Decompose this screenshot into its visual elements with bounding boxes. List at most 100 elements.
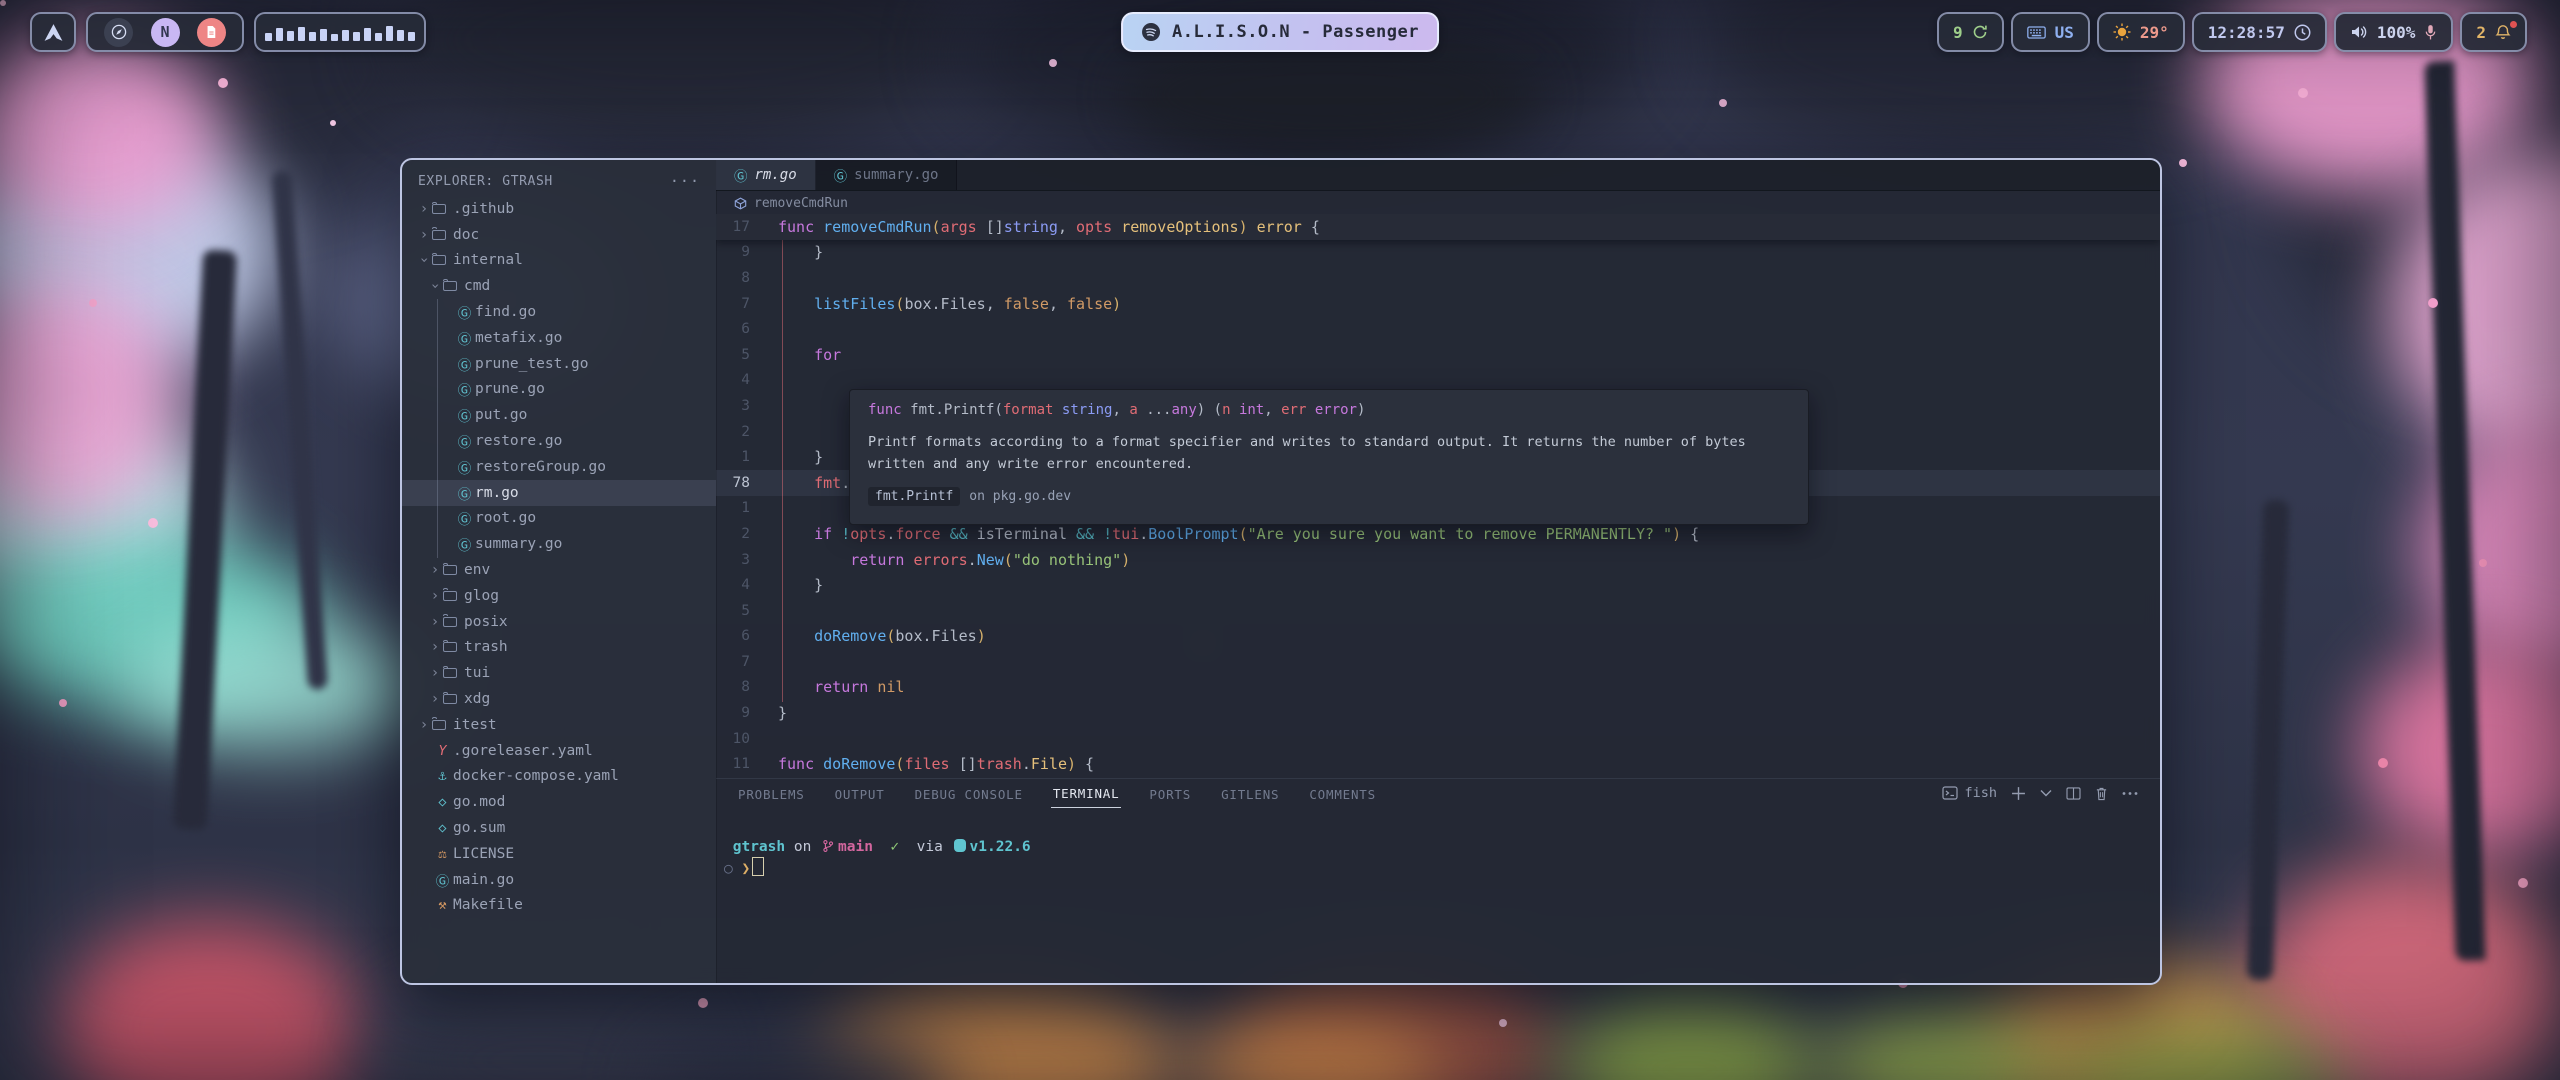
tree-item-label: cmd [464,278,490,294]
tree-item-label: tui [464,665,490,681]
code-line[interactable]: 3 return errors.New("do nothing") [716,547,2160,573]
tab-rm.go[interactable]: Ⓖrm.go [716,160,816,190]
folder-icon [443,642,457,652]
app-documents[interactable] [197,18,226,47]
tree-item-trash[interactable]: ›trash [402,635,716,661]
tree-item-rm.go[interactable]: Ⓖrm.go [402,480,716,506]
tree-item-posix[interactable]: ›posix [402,609,716,635]
code-line[interactable]: 5 for [716,342,2160,368]
panel-tab-terminal[interactable]: TERMINAL [1051,780,1122,808]
tree-item-restore.go[interactable]: Ⓖrestore.go [402,428,716,454]
module-weather[interactable]: 29° [2097,12,2185,52]
breadcrumb[interactable]: removeCmdRun [716,191,2160,215]
volume-value: 100% [2377,23,2416,42]
tree-item-restoreGroup.go[interactable]: ⒼrestoreGroup.go [402,454,716,480]
tooltip-symbol-chip: fmt.Printf [868,487,960,506]
code-text: } [750,576,823,594]
tooltip-signature: func fmt.Printf(format string, a ...any)… [868,402,1790,418]
now-playing-pill[interactable]: A.L.I.S.O.N - Passenger [1121,12,1439,52]
launcher-button[interactable] [30,12,76,52]
line-number: 9 [716,705,750,721]
line-number: 7 [716,654,750,670]
tree-item-LICENSE[interactable]: ⚖LICENSE [402,841,716,867]
tree-item-find.go[interactable]: Ⓖfind.go [402,299,716,325]
code-line[interactable]: 10 [716,726,2160,752]
panel-tab-ports[interactable]: PORTS [1147,781,1193,808]
bell-icon [2495,24,2511,40]
tree-item-xdg[interactable]: ›xdg [402,686,716,712]
visualizer-bars [265,23,415,41]
tree-item-main.go[interactable]: Ⓖmain.go [402,867,716,893]
line-number: 7 [716,296,750,312]
module-notifications[interactable]: 2 [2460,12,2527,52]
tree-item-itest[interactable]: ›itest [402,712,716,738]
terminal-dropdown-icon[interactable] [2040,789,2052,797]
tree-item-label: find.go [475,304,536,320]
tree-item-.github[interactable]: ›.github [402,196,716,222]
tree-item-go.mod[interactable]: ◇go.mod [402,789,716,815]
tree-item-env[interactable]: ›env [402,557,716,583]
panel-tab-debug-console[interactable]: DEBUG CONSOLE [913,781,1025,808]
tree-item-cmd[interactable]: ›cmd [402,273,716,299]
code-line[interactable]: 17func removeCmdRun(args []string, opts … [716,214,2160,240]
tab-summary.go[interactable]: Ⓖsummary.go [816,160,958,190]
app-notes[interactable]: N [151,18,180,47]
tree-item-glog[interactable]: ›glog [402,583,716,609]
vscode-window: EXPLORER: GTRASH ··· ›.github›doc›intern… [400,158,2162,985]
tree-item-prune_test.go[interactable]: Ⓖprune_test.go [402,351,716,377]
panel-tab-output[interactable]: OUTPUT [833,781,887,808]
code-line[interactable]: 9 } [716,240,2160,266]
shell-name[interactable]: fish [1964,785,1997,801]
tooltip-link[interactable]: on pkg.go.dev [969,489,1071,504]
tree-item-summary.go[interactable]: Ⓖsummary.go [402,531,716,557]
panel-more-icon[interactable] [2122,791,2138,796]
code-line[interactable]: 7 [716,649,2160,675]
tree-item-label: summary.go [475,536,562,552]
code-line[interactable]: 11func doRemove(files []trash.File) { [716,751,2160,777]
tree-item-docker-compose.yaml[interactable]: ⚓docker-compose.yaml [402,764,716,790]
code-line[interactable]: 8 return nil [716,675,2160,701]
line-number: 1 [716,500,750,516]
code-line[interactable]: 6 doRemove(box.Files) [716,624,2160,650]
goreleaser-file-icon: Y [432,743,453,759]
line-number: 5 [716,603,750,619]
chevron-icon: › [427,639,443,655]
go-file-icon: Ⓖ [454,379,475,399]
tree-item-put.go[interactable]: Ⓖput.go [402,402,716,428]
tree-item-root.go[interactable]: Ⓖroot.go [402,506,716,532]
panel-tab-problems[interactable]: PROBLEMS [736,781,807,808]
tree-item-prune.go[interactable]: Ⓖprune.go [402,377,716,403]
new-terminal-icon[interactable] [2011,786,2026,801]
tree-item-internal[interactable]: ›internal [402,248,716,274]
tree-item-doc[interactable]: ›doc [402,222,716,248]
module-keyboard-layout[interactable]: US [2011,12,2090,52]
app-browser[interactable] [104,18,133,47]
panel-tab-comments[interactable]: COMMENTS [1307,781,1378,808]
tree-item-.goreleaser.yaml[interactable]: Y.goreleaser.yaml [402,738,716,764]
module-clock[interactable]: 12:28:57 [2192,12,2327,52]
terminal-output[interactable]: gtrash on main ✓ via v1.22.6○ ❯ [724,837,1031,879]
file-tree: ›.github›doc›internal›cmdⒼfind.goⒼmetafi… [402,196,716,918]
module-updates[interactable]: 9 [1937,12,2004,52]
tree-item-tui[interactable]: ›tui [402,660,716,686]
code-line[interactable]: 5 [716,598,2160,624]
code-editor[interactable]: 9 }87 listFiles(box.Files, false, false)… [716,214,2160,778]
split-terminal-icon[interactable] [2066,787,2081,800]
code-line[interactable]: 9} [716,700,2160,726]
module-volume[interactable]: 100% [2334,12,2454,52]
keyboard-icon [2027,26,2046,39]
terminal-box-icon[interactable] [1942,786,1958,800]
tree-item-go.sum[interactable]: ◇go.sum [402,815,716,841]
code-line[interactable]: 8 [716,265,2160,291]
code-line[interactable]: 6 [716,316,2160,342]
kill-terminal-icon[interactable] [2095,786,2108,801]
line-number: 4 [716,372,750,388]
code-line[interactable]: 7 listFiles(box.Files, false, false) [716,291,2160,317]
tree-item-Makefile[interactable]: ⚒Makefile [402,893,716,919]
tree-item-metafix.go[interactable]: Ⓖmetafix.go [402,325,716,351]
panel-tab-gitlens[interactable]: GITLENS [1219,781,1281,808]
active-scope-guide [782,240,783,702]
explorer-more-actions[interactable]: ··· [670,172,700,190]
code-line[interactable]: 4 } [716,572,2160,598]
docker-file-icon: ⚓ [432,768,453,784]
